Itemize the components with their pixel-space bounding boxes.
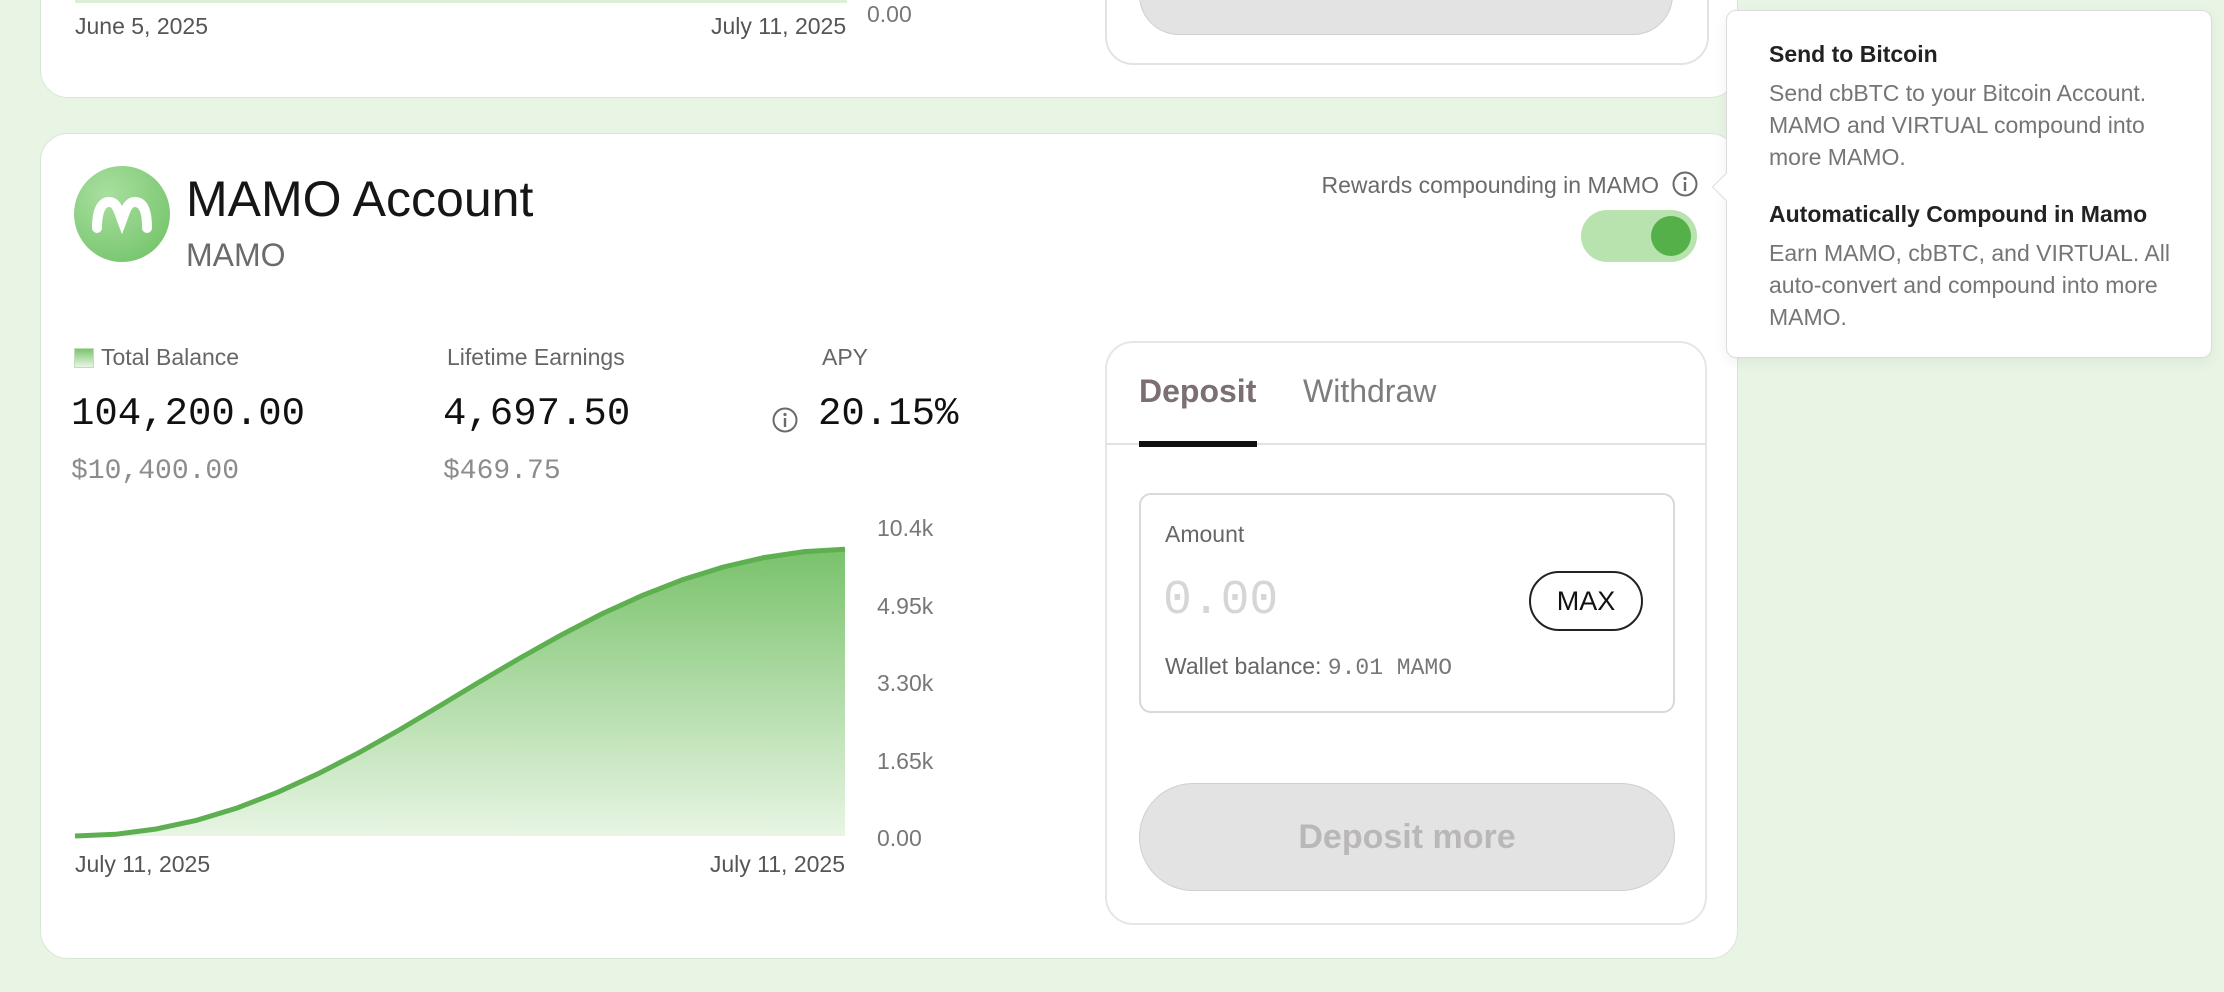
account-title: MAMO Account [186,171,534,227]
chart-y-tick-label: 10.4k [877,515,934,541]
previous-action-button[interactable] [1139,0,1673,35]
previous-account-card: June 5, 2025 July 11, 2025 0.00 [40,0,1738,98]
tab-withdraw[interactable]: Withdraw [1303,373,1436,410]
tooltip-title-send-bitcoin: Send to Bitcoin [1769,41,1938,67]
tooltip-body-auto-compound: Earn MAMO, cbBTC, and VIRTUAL. All auto-… [1769,240,2170,330]
chart-x-label-start: June 5, 2025 [75,13,209,39]
total-balance-fiat: $10,400.00 [71,456,240,487]
deposit-more-button[interactable]: Deposit more [1139,783,1675,891]
wallet-balance-value: 9.01 MAMO [1327,655,1453,681]
tab-deposit[interactable]: Deposit [1139,373,1256,410]
previous-action-panel [1105,0,1709,65]
lifetime-earnings-value: 4,697.50 [443,392,631,436]
info-icon[interactable] [1671,170,1699,203]
compound-toggle[interactable] [1581,210,1697,262]
active-tab-indicator [1139,441,1257,447]
deposit-panel: Deposit Withdraw Amount MAX Wallet balan… [1105,341,1707,925]
wallet-balance-label: Wallet balance: [1165,653,1322,679]
apy-info-icon[interactable] [771,406,799,439]
compound-label: Rewards compounding in MAMO [1321,172,1659,198]
amount-input[interactable] [1163,571,1493,631]
toggle-knob [1651,216,1691,256]
mamo-logo-icon [74,166,170,262]
wallet-balance: Wallet balance: 9.01 MAMO [1165,653,1452,681]
balance-chart: 10.4k 4.95k 3.30k 1.65k 0.00 July 11, 2025 Jul… [74,515,934,877]
chart-x-tick-label: July 11, 2025 [75,851,210,877]
total-balance-label: Total Balance [101,344,240,370]
tooltip-body-send-bitcoin: Send cbBTC to your Bitcoin Account. MAMO… [1769,80,2147,170]
compound-tooltip: Send to Bitcoin Send cbBTC to your Bitco… [1711,10,2212,358]
chart-y-tick-label: 4.95k [877,593,934,619]
amount-label: Amount [1165,521,1245,547]
apy-label: APY [822,344,869,370]
chart-x-tick-label: July 11, 2025 [710,851,845,877]
chart-y-tick-label: 0.00 [877,825,922,851]
amount-box: Amount MAX Wallet balance: 9.01 MAMO [1139,493,1675,713]
lifetime-earnings-fiat: $469.75 [443,456,561,487]
mamo-account-card: MAMO Account MAMO Rewards compounding in… [40,133,1738,959]
lifetime-earnings-label: Lifetime Earnings [447,344,625,370]
chart-baseline [75,0,847,3]
account-ticker: MAMO [186,237,286,273]
chart-y-tick-label: 1.65k [877,748,934,774]
chart-x-label-end: July 11, 2025 [711,13,847,39]
chart-y-label-zero: 0.00 [867,1,912,27]
tooltip-title-auto-compound: Automatically Compound in Mamo [1769,201,2148,227]
legend-swatch [74,348,94,368]
apy-value: 20.15% [818,392,959,436]
total-balance-value: 104,200.00 [71,392,306,436]
max-button[interactable]: MAX [1529,571,1643,631]
chart-y-tick-label: 3.30k [877,670,934,696]
